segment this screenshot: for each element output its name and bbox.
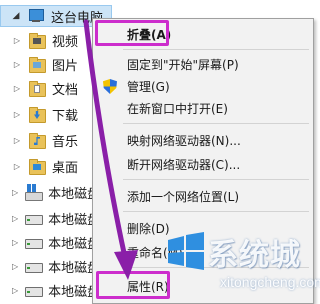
tree-item-label: 桌面 bbox=[52, 160, 79, 176]
menu-item-manage[interactable]: 管理(G) bbox=[93, 75, 313, 97]
tree-item-label: 音乐 bbox=[52, 134, 79, 150]
tree-item-label: 文档 bbox=[52, 82, 79, 98]
drive-icon bbox=[24, 282, 44, 298]
collapsed-chevron-icon[interactable]: ▷ bbox=[12, 214, 18, 223]
video-folder-icon bbox=[28, 32, 46, 49]
tree-item-label: 下载 bbox=[52, 108, 79, 124]
collapsed-chevron-icon[interactable]: ▷ bbox=[12, 36, 22, 45]
menu-separator bbox=[123, 179, 309, 180]
drive-icon bbox=[24, 210, 44, 226]
collapsed-chevron-icon[interactable]: ▷ bbox=[12, 238, 18, 247]
tree-item-label: 图片 bbox=[52, 58, 79, 74]
tree-item-label: 视频 bbox=[52, 34, 79, 50]
watermark-title: 系统城 bbox=[208, 238, 301, 273]
watermark-domain: xitongcheng.com bbox=[220, 274, 320, 290]
music-folder-icon bbox=[28, 132, 46, 149]
drive-icon bbox=[24, 258, 44, 274]
collapsed-chevron-icon[interactable]: ▷ bbox=[12, 84, 22, 93]
expanded-chevron-icon[interactable]: ◢ bbox=[11, 11, 21, 21]
navigation-tree: ◢ 这台电脑 ▷ 视频 ▷ 图片 ▷ 文档 ▷ 下载 ▷ 音乐 ▷ 桌面 ▷ 本… bbox=[0, 0, 112, 304]
windows-drive-icon bbox=[24, 184, 44, 201]
computer-icon bbox=[27, 8, 45, 24]
menu-item-open-new-window[interactable]: 在新窗口中打开(E) bbox=[93, 97, 313, 119]
tree-item-music[interactable]: ▷ 音乐 bbox=[0, 128, 100, 152]
menu-item-disconnect-network-drive[interactable]: 断开网络驱动器(C)... bbox=[93, 153, 313, 175]
tree-item-pictures[interactable]: ▷ 图片 bbox=[0, 52, 100, 76]
tree-item-documents[interactable]: ▷ 文档 bbox=[0, 76, 100, 100]
menu-item-add-network-location[interactable]: 添加一个网络位置(L) bbox=[93, 185, 313, 207]
tree-item-downloads[interactable]: ▷ 下载 bbox=[0, 102, 100, 126]
collapsed-chevron-icon[interactable]: ▷ bbox=[12, 60, 22, 69]
windows-logo-icon bbox=[168, 232, 204, 270]
tree-item-local-disk[interactable]: ▷ 本地磁盘 bbox=[0, 254, 100, 278]
highlight-box-properties bbox=[96, 271, 170, 299]
tree-item-videos[interactable]: ▷ 视频 bbox=[0, 28, 100, 52]
watermark: 系统城 xitongcheng.com bbox=[166, 226, 320, 300]
collapsed-chevron-icon[interactable]: ▷ bbox=[12, 286, 18, 295]
documents-folder-icon bbox=[28, 80, 46, 97]
downloads-folder-icon bbox=[28, 106, 46, 123]
collapsed-chevron-icon[interactable]: ▷ bbox=[12, 162, 22, 171]
pictures-folder-icon bbox=[28, 56, 46, 73]
collapsed-chevron-icon[interactable]: ▷ bbox=[12, 262, 18, 271]
desktop-folder-icon bbox=[28, 158, 46, 175]
tree-item-local-disk[interactable]: ▷ 本地磁盘 bbox=[0, 206, 100, 230]
drive-icon bbox=[24, 234, 44, 250]
tree-item-desktop[interactable]: ▷ 桌面 bbox=[0, 154, 100, 178]
menu-separator bbox=[123, 49, 309, 50]
tree-item-local-disk[interactable]: ▷ 本地磁盘 bbox=[0, 230, 100, 254]
menu-separator bbox=[123, 211, 309, 212]
menu-item-map-network-drive[interactable]: 映射网络驱动器(N)... bbox=[93, 129, 313, 151]
collapsed-chevron-icon[interactable]: ▷ bbox=[12, 136, 22, 145]
collapsed-chevron-icon[interactable]: ▷ bbox=[12, 110, 22, 119]
collapsed-chevron-icon[interactable]: ▷ bbox=[12, 188, 18, 197]
menu-item-pin-to-start[interactable]: 固定到"开始"屏幕(P) bbox=[93, 53, 313, 75]
tree-item-local-disk[interactable]: ▷ 本地磁盘 bbox=[0, 278, 100, 302]
shield-icon bbox=[103, 79, 117, 94]
tree-item-local-disk[interactable]: ▷ 本地磁盘 bbox=[0, 180, 100, 204]
menu-separator bbox=[123, 123, 309, 124]
highlight-box-collapse bbox=[95, 20, 169, 46]
